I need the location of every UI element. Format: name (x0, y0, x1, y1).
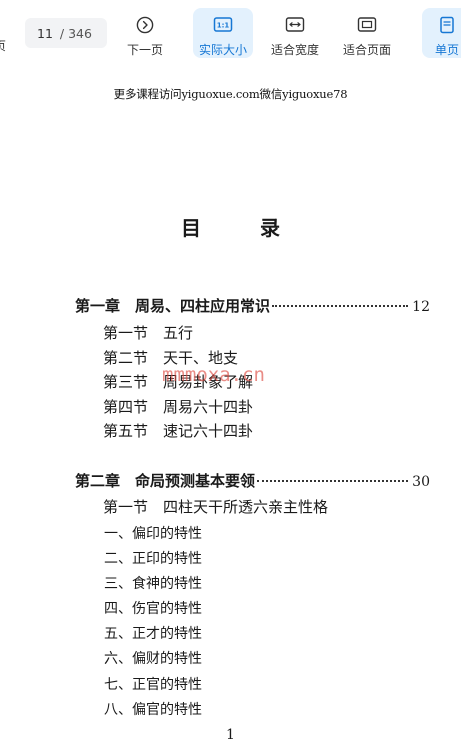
dot-leader (272, 305, 409, 307)
actual-size-button[interactable]: 1:1 实际大小 (193, 8, 253, 58)
toc-subsection[interactable]: 二、正印的特性 (104, 548, 202, 568)
overlay-watermark: mmmoxa.cn (162, 364, 265, 386)
dot-leader (257, 480, 409, 482)
single-page-label: 单页 (434, 43, 459, 57)
header-watermark: 更多课程访问yiguoxue.com微信yiguoxue78 (113, 87, 348, 101)
fit-page-label: 适合页面 (342, 43, 391, 57)
toc-title: 目 录 (181, 216, 306, 240)
current-page-value: 11 (37, 25, 53, 41)
toc-chapter-1[interactable]: 第一章 周易、四柱应用常识 12 (75, 295, 430, 316)
next-page-button[interactable]: 下一页 (122, 8, 168, 58)
single-page-button[interactable]: 单页 (422, 8, 461, 58)
viewer-toolbar: 页 11 / 346 下一页 1:1 实际大小 适合宽度 适合页面 单页 (0, 0, 461, 64)
toc-subsection[interactable]: 三、食神的特性 (104, 573, 202, 593)
svg-text:1:1: 1:1 (217, 22, 230, 30)
toc-subsection[interactable]: 八、偏官的特性 (104, 699, 202, 719)
single-page-icon (437, 15, 457, 35)
toc-subsection[interactable]: 六、偏财的特性 (104, 648, 202, 668)
toc-section[interactable]: 第五节 速记六十四卦 (103, 420, 253, 441)
fit-width-button[interactable]: 适合宽度 (267, 8, 323, 58)
actual-size-label: 实际大小 (198, 43, 247, 57)
document-page: 更多课程访问yiguoxue.com微信yiguoxue78 目 录 第一章 周… (0, 64, 461, 748)
total-pages-value: / 346 (59, 25, 92, 41)
next-page-label: 下一页 (126, 43, 163, 57)
toc-subsection[interactable]: 五、正才的特性 (104, 623, 202, 643)
toc-subsection[interactable]: 一、偏印的特性 (104, 523, 202, 543)
fit-page-icon (357, 15, 377, 35)
fit-width-label: 适合宽度 (270, 43, 319, 57)
page-number-input[interactable]: 11 / 346 (25, 18, 107, 48)
toc-section[interactable]: 第一节 四柱天干所透六亲主性格 (103, 496, 328, 517)
chapter-title: 第二章 命局预测基本要领 (75, 472, 256, 490)
page-number: 1 (226, 727, 235, 743)
toc-subsection[interactable]: 四、伤官的特性 (104, 598, 202, 618)
fit-width-icon (285, 15, 305, 35)
chevron-right-circle-icon (135, 15, 155, 35)
toc-subsection[interactable]: 七、正官的特性 (104, 674, 202, 694)
toc-section[interactable]: 第四节 周易六十四卦 (103, 396, 253, 417)
fit-page-button[interactable]: 适合页面 (339, 8, 395, 58)
chapter-page: 12 (412, 299, 430, 315)
toc-section[interactable]: 第一节 五行 (103, 322, 193, 343)
chapter-title: 第一章 周易、四柱应用常识 (75, 297, 271, 315)
prev-page-button[interactable]: 页 (0, 37, 6, 54)
actual-size-icon: 1:1 (213, 15, 233, 35)
chapter-page: 30 (412, 474, 430, 490)
toc-chapter-2[interactable]: 第二章 命局预测基本要领 30 (75, 470, 430, 491)
